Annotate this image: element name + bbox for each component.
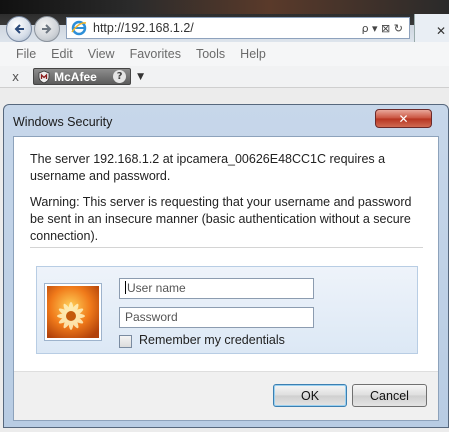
ok-button[interactable]: OK	[273, 384, 347, 407]
password-field[interactable]: Password	[119, 307, 314, 328]
cancel-button[interactable]: Cancel	[352, 384, 427, 407]
forward-arrow-icon	[42, 24, 52, 34]
dialog-title: Windows Security	[13, 115, 113, 129]
command-toolbar: x McAfee ? ▼	[0, 66, 449, 88]
address-bar[interactable]: http://192.168.1.2/ ρ ▾ ⊠ ↻	[66, 17, 410, 39]
windows-security-dialog: Windows Security ✕ The server 192.168.1.…	[3, 104, 449, 428]
address-bar-tools[interactable]: ρ ▾ ⊠ ↻	[362, 22, 403, 35]
window-top-band	[0, 0, 449, 14]
menu-help[interactable]: Help	[240, 47, 266, 61]
credential-panel: User name Password Remember my credentia…	[36, 266, 418, 354]
back-arrow-icon	[14, 24, 24, 34]
username-field[interactable]: User name	[119, 278, 314, 299]
auth-message: The server 192.168.1.2 at ipcamera_00626…	[30, 152, 386, 183]
dialog-body: The server 192.168.1.2 at ipcamera_00626…	[13, 136, 439, 421]
remember-credentials-label[interactable]: Remember my credentials	[139, 333, 285, 347]
remember-credentials-checkbox[interactable]	[119, 335, 132, 348]
mcafee-shield-icon	[38, 70, 50, 83]
password-placeholder: Password	[125, 310, 178, 324]
menu-favorites[interactable]: Favorites	[130, 47, 181, 61]
menu-view[interactable]: View	[88, 47, 115, 61]
username-placeholder: User name	[127, 281, 186, 295]
menu-tools[interactable]: Tools	[196, 47, 225, 61]
menu-edit[interactable]: Edit	[51, 47, 73, 61]
text-caret	[125, 281, 126, 294]
tab-close-icon[interactable]: ✕	[436, 24, 446, 38]
address-url[interactable]: http://192.168.1.2/	[93, 21, 194, 35]
divider	[30, 247, 423, 248]
user-avatar	[45, 284, 101, 340]
mcafee-label: McAfee	[54, 69, 97, 84]
security-warning: Warning: This server is requesting that …	[30, 195, 412, 243]
dialog-footer: OK Cancel	[14, 371, 438, 420]
dialog-close-button[interactable]: ✕	[375, 109, 432, 128]
forward-button[interactable]	[34, 16, 60, 42]
ie-logo-icon	[71, 20, 87, 36]
toolbar-close-icon[interactable]: x	[12, 70, 19, 84]
user-avatar-flower-icon	[47, 286, 99, 338]
menu-file[interactable]: File	[16, 47, 36, 61]
close-icon: ✕	[398, 111, 409, 126]
back-button[interactable]	[6, 16, 32, 42]
menu-bar: File Edit View Favorites Tools Help	[0, 42, 449, 66]
mcafee-help-icon[interactable]: ?	[113, 70, 127, 83]
mcafee-toolbar-button[interactable]: McAfee ?	[33, 68, 132, 85]
toolbar-dropdown-icon[interactable]: ▼	[137, 72, 144, 82]
